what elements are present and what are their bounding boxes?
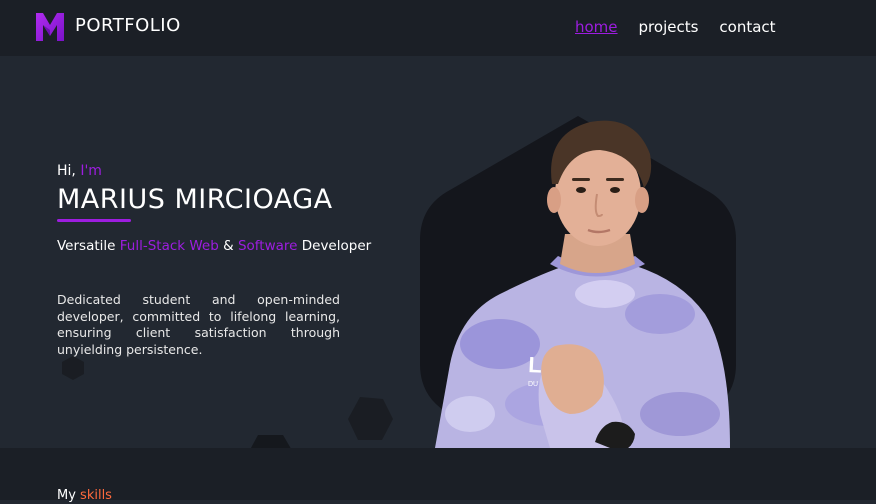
tagline-accent-software: Software	[237, 238, 298, 254]
nav-link-contact[interactable]: contact	[719, 17, 775, 37]
navbar: PORTFOLIO home projects contact	[0, 0, 876, 56]
name-underline	[57, 219, 131, 222]
nav-links: home projects contact	[575, 17, 776, 37]
nav-link-home[interactable]: home	[575, 17, 618, 37]
hero-name: MARIUS MIRCIOAGA	[57, 184, 333, 215]
skills-title: My skills	[57, 488, 112, 504]
tagline-suffix: Developer	[297, 238, 372, 254]
hero-description: Dedicated student and open-minded develo…	[57, 292, 340, 357]
hero-section: Hi, I'm MARIUS MIRCIOAGA Versatile Full-…	[0, 56, 876, 448]
skills-title-accent: skills	[80, 488, 112, 503]
greeting-prefix: Hi,	[57, 163, 81, 179]
skills-title-prefix: My	[57, 488, 81, 503]
decorative-hexagon-medium	[348, 397, 393, 440]
skills-section: My skills	[0, 448, 876, 503]
greeting: Hi, I'm	[57, 162, 102, 180]
tagline-middle: &	[218, 238, 238, 254]
m-logo-icon[interactable]	[35, 12, 65, 42]
tagline-accent-fullstack: Full-Stack Web	[119, 238, 219, 254]
decorative-hexagon-small	[62, 356, 84, 380]
portrait-photo: LES P DU SOLEIL TROP	[435, 120, 730, 448]
tagline-prefix: Versatile	[57, 238, 120, 254]
hero-tagline: Versatile Full-Stack Web & Software Deve…	[57, 237, 371, 255]
greeting-accent: I'm	[80, 163, 102, 179]
logo-text[interactable]: PORTFOLIO	[75, 15, 181, 37]
nav-link-projects[interactable]: projects	[639, 17, 699, 37]
